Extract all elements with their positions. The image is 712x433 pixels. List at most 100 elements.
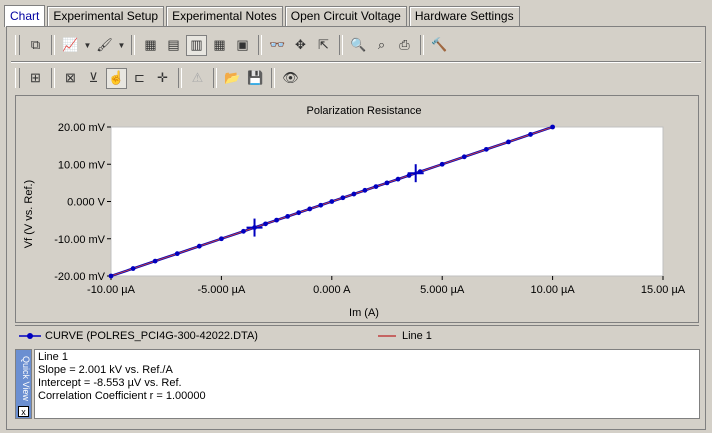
data-point — [108, 273, 114, 279]
eye-icon[interactable]: 👁 — [280, 68, 301, 89]
crosshair-icon[interactable]: ✛ — [152, 68, 173, 89]
chart-panel: ⧉ 📈 ▼ 🖌 ▼ ▦ ▤ ▥ ▦ ▣ 👓 ✥ ⇱ 🔍 ⌕ ⎙ 🔨 ⊞ ⊠ ⊻ … — [6, 26, 706, 430]
quick-view-line: Slope = 2.001 kV vs. Ref./A — [38, 364, 173, 376]
data-point — [384, 180, 390, 186]
copy-icon[interactable]: ⧉ — [25, 35, 46, 56]
y-tick-label: 0.000 V — [67, 197, 106, 209]
data-point — [362, 187, 368, 193]
chart-view-icon[interactable]: ▣ — [232, 35, 253, 56]
toolbar-grip[interactable] — [15, 68, 20, 88]
toolbar-separator — [339, 35, 343, 55]
tab-open-circuit-voltage[interactable]: Open Circuit Voltage — [284, 6, 407, 26]
close-icon[interactable]: x — [18, 406, 29, 417]
fill-color-icon[interactable]: 🖌 — [94, 35, 115, 56]
data-point — [152, 258, 158, 264]
glasses-icon[interactable]: 👓 — [267, 35, 288, 56]
tab-experimental-setup[interactable]: Experimental Setup — [47, 6, 165, 26]
data-point — [483, 146, 489, 152]
quick-view-line: Line 1 — [38, 351, 68, 363]
quick-view-sidebar: Quick View x — [15, 349, 32, 419]
settings-icon[interactable]: ⊞ — [25, 68, 46, 89]
zoom-icon[interactable]: 🔍 — [348, 35, 369, 56]
data-point — [351, 191, 357, 197]
y-tick-label: 10.00 mV — [58, 159, 106, 171]
chart-area[interactable]: Polarization Resistance 20.00 mV 10.00 mV… — [15, 95, 699, 323]
chart-svg[interactable]: Polarization Resistance 20.00 mV 10.00 mV… — [16, 96, 698, 322]
legend-marker-curve — [19, 333, 41, 339]
x-tick-label: 15.00 µA — [641, 284, 686, 296]
quick-view-line: Correlation Coefficient r = 1.00000 — [38, 390, 206, 402]
hammer-icon[interactable]: 🔨 — [429, 35, 450, 56]
toolbar-top: ⧉ 📈 ▼ 🖌 ▼ ▦ ▤ ▥ ▦ ▣ 👓 ✥ ⇱ 🔍 ⌕ ⎙ 🔨 — [15, 32, 450, 58]
table-icon[interactable]: ▦ — [209, 35, 230, 56]
data-point — [373, 184, 379, 189]
toolbar-separator — [271, 68, 275, 88]
toolbar-separator — [258, 35, 262, 55]
x-tick-label: 0.000 A — [313, 284, 351, 296]
data-point — [274, 217, 279, 223]
quick-view-line: Intercept = -8.553 µV vs. Ref. — [38, 377, 182, 389]
x-tick-label: -10.00 µA — [87, 284, 136, 296]
data-point — [174, 251, 180, 257]
data-point — [241, 228, 246, 234]
quick-view-label: Quick View — [21, 355, 31, 401]
chart-legend: CURVE (POLRES_PCI4G-300-42022.DTA) Line … — [15, 325, 699, 346]
x-tick-label: 5.000 µA — [420, 284, 465, 296]
data-point — [307, 206, 313, 212]
data-point — [285, 214, 291, 219]
range-icon[interactable]: ⊏ — [129, 68, 150, 89]
data-point — [329, 199, 335, 204]
toolbar-separator — [213, 68, 217, 88]
toolbar-separator — [51, 68, 55, 88]
data-point — [340, 195, 346, 201]
data-point — [296, 210, 302, 216]
line-chart-icon[interactable]: 📈 — [60, 35, 81, 56]
plot-area[interactable] — [110, 126, 664, 277]
zoom-fit-icon[interactable]: ⌕ — [371, 35, 392, 56]
data-point — [219, 236, 224, 242]
data-point — [130, 266, 136, 271]
legend-marker-line1 — [377, 335, 396, 337]
data-point — [528, 132, 533, 137]
x-tick-label: 10.00 µA — [530, 284, 575, 296]
data-point — [395, 176, 401, 182]
hand-select-icon[interactable]: ☝ — [106, 67, 127, 89]
print-icon[interactable]: ⎙ — [394, 35, 415, 56]
open-folder-icon[interactable]: 📂 — [222, 68, 243, 89]
chart-title: Polarization Resistance — [307, 105, 422, 117]
toolbar-separator — [420, 35, 424, 55]
dropdown-arrow-icon[interactable]: ▼ — [117, 35, 126, 56]
export-icon[interactable]: ⇱ — [313, 35, 334, 56]
data-point — [263, 221, 268, 227]
layout-c-icon[interactable]: ▥ — [186, 34, 207, 56]
layout-b-icon[interactable]: ▤ — [163, 35, 184, 56]
tab-experimental-notes[interactable]: Experimental Notes — [166, 6, 283, 26]
tab-strip: Chart Experimental Setup Experimental No… — [4, 4, 522, 27]
data-point — [439, 161, 445, 167]
dropdown-arrow-icon[interactable]: ▼ — [83, 35, 92, 56]
data-point — [506, 139, 511, 145]
legend-label-line1: Line 1 — [401, 330, 432, 342]
toolbar-bottom: ⊞ ⊠ ⊻ ☝ ⊏ ✛ ⚠ 📂 💾 👁 — [15, 65, 301, 91]
data-point — [461, 154, 467, 160]
data-point — [550, 124, 555, 130]
tab-chart[interactable]: Chart — [4, 5, 46, 27]
x-tick-label: -5.000 µA — [197, 284, 246, 296]
tab-hardware-settings[interactable]: Hardware Settings — [408, 6, 520, 26]
y-tick-label: 20.00 mV — [58, 122, 106, 134]
save-icon[interactable]: 💾 — [245, 68, 266, 89]
cursor-x-icon[interactable]: ⊠ — [60, 68, 81, 89]
toolbar-separator — [51, 35, 55, 55]
toolbar-grip[interactable] — [15, 35, 20, 55]
data-point — [318, 202, 324, 208]
legend-label-curve: CURVE (POLRES_PCI4G-300-42022.DTA) — [45, 330, 258, 342]
toolbar-divider — [11, 61, 701, 63]
data-point — [196, 243, 202, 249]
cursor-y-icon[interactable]: ⊻ — [83, 68, 104, 89]
y-axis-label: Vf (V vs. Ref.) — [23, 180, 35, 248]
layout-a-icon[interactable]: ▦ — [140, 35, 161, 56]
warning-icon[interactable]: ⚠ — [187, 68, 208, 89]
y-tick-label: -10.00 mV — [54, 234, 105, 246]
move-icon[interactable]: ✥ — [290, 35, 311, 56]
toolbar-separator — [131, 35, 135, 55]
